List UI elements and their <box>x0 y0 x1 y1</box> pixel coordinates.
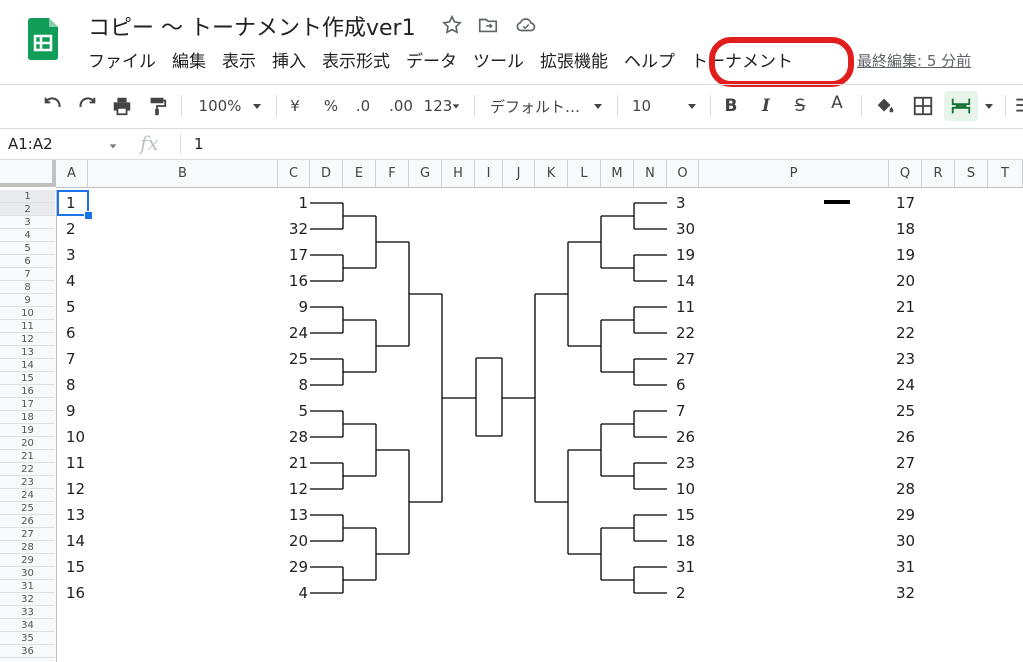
cell-o-1[interactable]: 3 <box>676 190 686 216</box>
cell-q-15[interactable]: 31 <box>896 554 915 580</box>
cell-c-16[interactable]: 4 <box>272 580 308 606</box>
cell-o-11[interactable]: 23 <box>676 450 695 476</box>
tournament-bracket <box>310 202 667 594</box>
cell-o-13[interactable]: 15 <box>676 502 695 528</box>
cell-a-4[interactable]: 4 <box>66 268 76 294</box>
cell-q-16[interactable]: 32 <box>896 580 915 606</box>
cell-o-5[interactable]: 11 <box>676 294 695 320</box>
cell-a-12[interactable]: 12 <box>66 476 85 502</box>
cell-o-4[interactable]: 14 <box>676 268 695 294</box>
cell-o-2[interactable]: 30 <box>676 216 695 242</box>
cell-o-8[interactable]: 6 <box>676 372 686 398</box>
cell-a-15[interactable]: 15 <box>66 554 85 580</box>
cell-c-6[interactable]: 24 <box>272 320 308 346</box>
cell-q-7[interactable]: 23 <box>896 346 915 372</box>
cell-c-2[interactable]: 32 <box>272 216 308 242</box>
cell-o-7[interactable]: 27 <box>676 346 695 372</box>
cell-c-1[interactable]: 1 <box>272 190 308 216</box>
cell-c-9[interactable]: 5 <box>272 398 308 424</box>
cell-o-9[interactable]: 7 <box>676 398 686 424</box>
cell-a-8[interactable]: 8 <box>66 372 76 398</box>
cell-q-8[interactable]: 24 <box>896 372 915 398</box>
cell-a-9[interactable]: 9 <box>66 398 76 424</box>
cell-q-12[interactable]: 28 <box>896 476 915 502</box>
cell-q-13[interactable]: 29 <box>896 502 915 528</box>
cell-q-11[interactable]: 27 <box>896 450 915 476</box>
cell-a-13[interactable]: 13 <box>66 502 85 528</box>
fill-handle[interactable] <box>84 211 93 220</box>
cell-c-5[interactable]: 9 <box>272 294 308 320</box>
cell-c-8[interactable]: 8 <box>272 372 308 398</box>
cell-a-14[interactable]: 14 <box>66 528 85 554</box>
cell-a-11[interactable]: 11 <box>66 450 85 476</box>
cell-a-16[interactable]: 16 <box>66 580 85 606</box>
cell-q-3[interactable]: 19 <box>896 242 915 268</box>
cell-a-3[interactable]: 3 <box>66 242 76 268</box>
cell-o-14[interactable]: 18 <box>676 528 695 554</box>
cell-c-12[interactable]: 12 <box>272 476 308 502</box>
cell-o-16[interactable]: 2 <box>676 580 686 606</box>
cell-q-5[interactable]: 21 <box>896 294 915 320</box>
cell-o-10[interactable]: 26 <box>676 424 695 450</box>
cell-q-4[interactable]: 20 <box>896 268 915 294</box>
cell-a-5[interactable]: 5 <box>66 294 76 320</box>
cell-o-12[interactable]: 10 <box>676 476 695 502</box>
cell-a-6[interactable]: 6 <box>66 320 76 346</box>
cell-c-13[interactable]: 13 <box>272 502 308 528</box>
cell-q-6[interactable]: 22 <box>896 320 915 346</box>
cell-a-7[interactable]: 7 <box>66 346 76 372</box>
cell-q-9[interactable]: 25 <box>896 398 915 424</box>
cell-q-14[interactable]: 30 <box>896 528 915 554</box>
cell-c-15[interactable]: 29 <box>272 554 308 580</box>
cell-c-3[interactable]: 17 <box>272 242 308 268</box>
cell-c-14[interactable]: 20 <box>272 528 308 554</box>
cell-o-3[interactable]: 19 <box>676 242 695 268</box>
cell-o-15[interactable]: 31 <box>676 554 695 580</box>
cell-c-7[interactable]: 25 <box>272 346 308 372</box>
cell-q-10[interactable]: 26 <box>896 424 915 450</box>
cell-a-10[interactable]: 10 <box>66 424 85 450</box>
cell-q-2[interactable]: 18 <box>896 216 915 242</box>
cell-c-10[interactable]: 28 <box>272 424 308 450</box>
cell-a-2[interactable]: 2 <box>66 216 76 242</box>
cell-c-11[interactable]: 21 <box>272 450 308 476</box>
cell-q-1[interactable]: 17 <box>896 190 915 216</box>
cell-o-6[interactable]: 22 <box>676 320 695 346</box>
cell-c-4[interactable]: 16 <box>272 268 308 294</box>
